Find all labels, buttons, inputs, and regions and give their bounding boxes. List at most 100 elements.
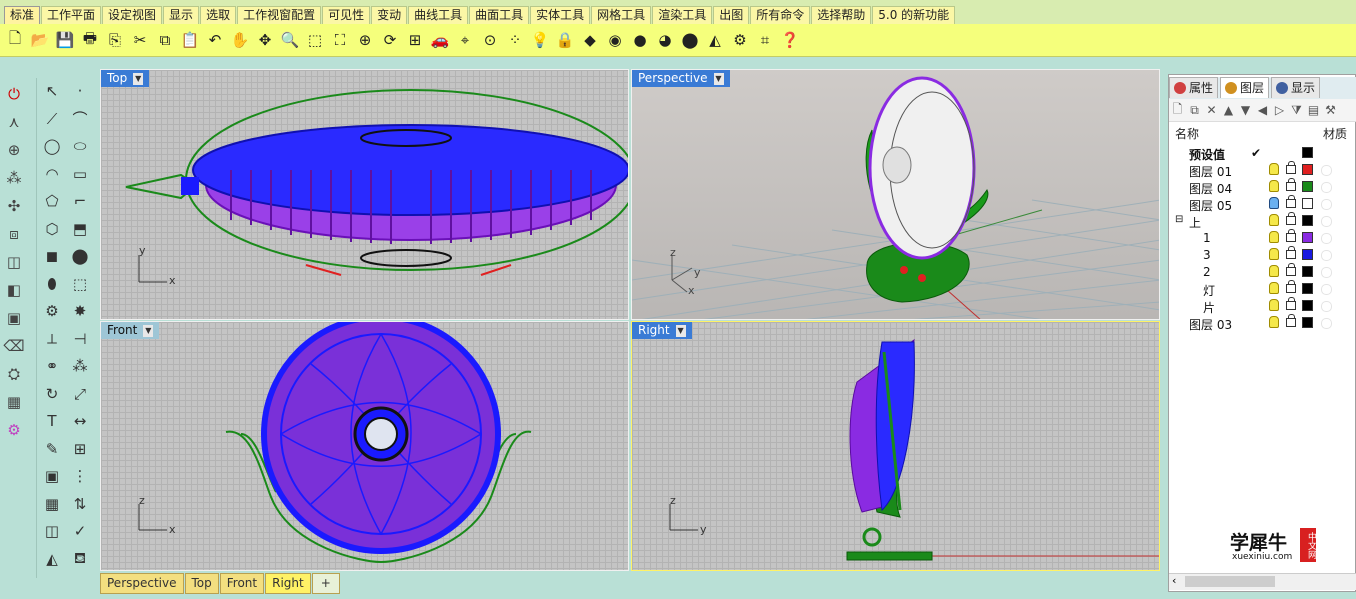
menu-tab-14[interactable]: 所有命令 bbox=[750, 6, 811, 24]
panel-tab-1[interactable]: 图层 bbox=[1220, 77, 1270, 98]
polygon-icon[interactable]: ⬠ bbox=[40, 189, 64, 213]
layer-row[interactable]: 片 bbox=[1169, 297, 1356, 315]
visibility-bulb-icon[interactable] bbox=[1269, 214, 1279, 226]
panel-tab-0[interactable]: 属性 bbox=[1169, 77, 1219, 98]
power-icon[interactable]: ⏻ bbox=[2, 82, 26, 106]
edit-points-icon[interactable]: ✎ bbox=[40, 437, 64, 461]
material-circle-icon[interactable] bbox=[1321, 199, 1332, 210]
analyze-icon[interactable]: ◫ bbox=[40, 519, 64, 543]
add-viewport-tab-button[interactable]: + bbox=[311, 573, 340, 594]
move-down-icon[interactable]: ▼ bbox=[1237, 102, 1254, 119]
cut-icon[interactable]: ✂ bbox=[129, 29, 151, 51]
unlock-icon[interactable] bbox=[1286, 280, 1296, 293]
help-icon[interactable]: ❓ bbox=[779, 29, 801, 51]
copy-icon[interactable]: ⧉ bbox=[154, 29, 176, 51]
macro-icon[interactable]: ⌗ bbox=[754, 29, 776, 51]
rendered-sphere-icon[interactable]: ◕ bbox=[654, 29, 676, 51]
material-circle-icon[interactable] bbox=[1321, 284, 1332, 295]
point-icon[interactable]: · bbox=[68, 79, 92, 103]
unlock-icon[interactable] bbox=[1286, 314, 1296, 327]
import-icon[interactable]: ⎘ bbox=[104, 29, 126, 51]
move-view-icon[interactable]: ✥ bbox=[254, 29, 276, 51]
menu-tab-11[interactable]: 网格工具 bbox=[591, 6, 652, 24]
viewport-perspective[interactable]: z y x Perspective ▼ bbox=[631, 69, 1160, 320]
paint-icon[interactable]: ⛾ bbox=[68, 547, 92, 571]
light-bulb-icon[interactable]: 💡 bbox=[529, 29, 551, 51]
check-icon[interactable]: ✓ bbox=[68, 519, 92, 543]
layer-color-swatch[interactable] bbox=[1302, 266, 1313, 277]
split-icon[interactable]: ⟂ bbox=[40, 327, 64, 351]
unlock-icon[interactable] bbox=[1286, 229, 1296, 242]
material-circle-icon[interactable] bbox=[1321, 301, 1332, 312]
layer-row[interactable]: 2 bbox=[1169, 263, 1356, 281]
filter-icon[interactable]: ⧩ bbox=[1288, 102, 1305, 119]
arc-icon[interactable]: ◠ bbox=[40, 162, 64, 186]
layer-row[interactable]: 图层 03 bbox=[1169, 314, 1356, 332]
ellipse-icon[interactable]: ⬭ bbox=[68, 134, 92, 158]
layer-color-swatch[interactable] bbox=[1302, 181, 1313, 192]
join-icon[interactable]: ⚭ bbox=[40, 354, 64, 378]
layer-color-swatch[interactable] bbox=[1302, 300, 1313, 311]
blue-sphere-icon[interactable]: ⬤ bbox=[679, 29, 701, 51]
layer-row[interactable]: 3 bbox=[1169, 246, 1356, 264]
material-circle-icon[interactable] bbox=[1321, 165, 1332, 176]
rotate-icon[interactable]: ↻ bbox=[40, 382, 64, 406]
layer-row[interactable]: 灯 bbox=[1169, 280, 1356, 298]
unlock-icon[interactable] bbox=[1286, 263, 1296, 276]
tools-icon[interactable]: ⚒ bbox=[1322, 102, 1339, 119]
eraser-icon[interactable]: ⌫ bbox=[2, 334, 26, 358]
array-icon[interactable]: ⊞ bbox=[68, 437, 92, 461]
viewport-perspective-title[interactable]: Perspective ▼ bbox=[632, 70, 730, 87]
chevron-down-icon[interactable]: ▼ bbox=[675, 324, 686, 337]
layer-color-swatch[interactable] bbox=[1302, 215, 1313, 226]
visibility-bulb-icon[interactable] bbox=[1269, 316, 1279, 328]
layer-row[interactable]: 1 bbox=[1169, 229, 1356, 247]
move-left-icon[interactable]: ◀ bbox=[1254, 102, 1271, 119]
material-circle-icon[interactable] bbox=[1321, 267, 1332, 278]
layer-icon[interactable]: ◆ bbox=[579, 29, 601, 51]
circle-icon[interactable]: ◯ bbox=[40, 134, 64, 158]
viewport-top[interactable]: y x Top ▼ bbox=[100, 69, 629, 320]
new-layer-icon[interactable]: 🗋 bbox=[1169, 102, 1186, 119]
menu-tab-15[interactable]: 选择帮助 bbox=[811, 6, 872, 24]
viewport-top-title[interactable]: Top ▼ bbox=[101, 70, 150, 87]
unlock-icon[interactable] bbox=[1286, 195, 1296, 208]
layer-document-icon[interactable]: ▤ bbox=[1305, 102, 1322, 119]
material-circle-icon[interactable] bbox=[1321, 318, 1332, 329]
text-icon[interactable]: T bbox=[40, 409, 64, 433]
material-icon[interactable]: ◭ bbox=[704, 29, 726, 51]
collapse-icon[interactable]: ⊟ bbox=[1175, 214, 1183, 225]
point-cloud-icon[interactable]: ⁂ bbox=[2, 166, 26, 190]
sphere-icon[interactable]: ⬤ bbox=[68, 244, 92, 268]
car-icon[interactable]: 🚗 bbox=[429, 29, 451, 51]
material-circle-icon[interactable] bbox=[1321, 216, 1332, 227]
layer-row[interactable]: 图层 01 bbox=[1169, 161, 1356, 179]
surface-corner-icon[interactable]: ⬡ bbox=[40, 217, 64, 241]
construction-plane-icon[interactable]: ⌖ bbox=[454, 29, 476, 51]
visibility-bulb-icon[interactable] bbox=[1269, 180, 1279, 192]
layer-color-swatch[interactable] bbox=[1302, 317, 1313, 328]
unlock-icon[interactable] bbox=[1286, 246, 1296, 259]
menu-tab-12[interactable]: 渲染工具 bbox=[652, 6, 713, 24]
viewport-tab-top[interactable]: Top bbox=[184, 573, 219, 594]
lock-icon[interactable]: 🔒 bbox=[554, 29, 576, 51]
menu-tab-10[interactable]: 实体工具 bbox=[530, 6, 591, 24]
color-wheel-icon[interactable]: ◉ bbox=[604, 29, 626, 51]
align-icon[interactable]: ⇅ bbox=[68, 492, 92, 516]
scroll-left-icon[interactable]: ‹ bbox=[1172, 574, 1176, 587]
save-icon[interactable]: 💾 bbox=[54, 29, 76, 51]
osnap-icon[interactable]: ⊙ bbox=[479, 29, 501, 51]
visibility-bulb-icon[interactable] bbox=[1269, 265, 1279, 277]
menu-tab-0[interactable]: 标准 bbox=[4, 6, 41, 24]
cube-view-icon[interactable]: ⧈ bbox=[2, 222, 26, 246]
visibility-bulb-icon[interactable] bbox=[1269, 231, 1279, 243]
axes-icon[interactable]: ✣ bbox=[2, 194, 26, 218]
solid-box-icon[interactable]: ▣ bbox=[40, 464, 64, 488]
panel-tab-2[interactable]: 显示 bbox=[1271, 77, 1321, 98]
render-icon[interactable]: ⛭ bbox=[2, 362, 26, 386]
curve-cv-icon[interactable]: ⌒ bbox=[68, 107, 92, 131]
visibility-bulb-icon[interactable] bbox=[1269, 299, 1279, 311]
menu-tab-5[interactable]: 工作视窗配置 bbox=[237, 6, 322, 24]
move-right-icon[interactable]: ▷ bbox=[1271, 102, 1288, 119]
material-circle-icon[interactable] bbox=[1321, 233, 1332, 244]
